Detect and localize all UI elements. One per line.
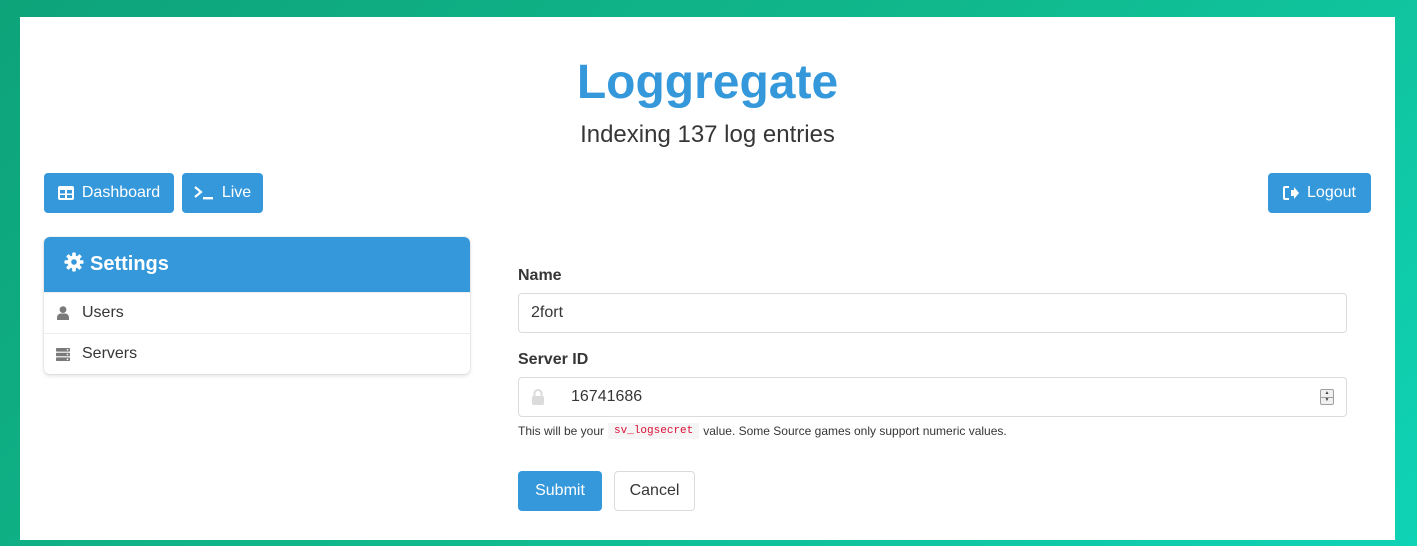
name-field[interactable]: 2fort (518, 293, 1347, 333)
dashboard-button[interactable]: Dashboard (44, 173, 174, 213)
server-id-help: This will be your sv_logsecret value. So… (518, 423, 1007, 439)
help-suffix: value. Some Source games only support nu… (703, 424, 1007, 438)
sidebar-item-users[interactable]: Users (44, 292, 470, 333)
sidebar-item-servers[interactable]: Servers (44, 333, 470, 374)
stepper-down-icon[interactable]: ▼ (1321, 396, 1333, 405)
name-value: 2fort (531, 304, 564, 321)
sidebar-item-label: Users (82, 304, 124, 321)
sign-out-icon (1283, 186, 1300, 200)
live-label: Live (221, 184, 252, 201)
submit-button[interactable]: Submit (518, 471, 602, 511)
name-label: Name (518, 267, 562, 284)
logout-button[interactable]: Logout (1268, 173, 1371, 213)
logout-label: Logout (1307, 184, 1356, 201)
help-prefix: This will be your (518, 424, 605, 438)
help-code: sv_logsecret (608, 423, 700, 439)
cancel-button[interactable]: Cancel (614, 471, 695, 511)
lock-icon (531, 389, 549, 405)
number-stepper[interactable]: ▲ ▼ (1320, 389, 1334, 405)
settings-panel: Settings Users Servers (44, 237, 470, 374)
server-id-value: 16741686 (571, 388, 643, 405)
settings-heading: Settings (44, 237, 470, 292)
page-subtitle: Indexing 137 log entries (580, 121, 835, 148)
server-id-field[interactable]: 16741686 ▲ ▼ (518, 377, 1347, 417)
table-icon (57, 186, 74, 200)
gear-icon (64, 252, 84, 278)
page-title: Loggregate (576, 56, 839, 109)
server-icon (56, 347, 70, 361)
main-container: Loggregate Indexing 137 log entries Dash… (20, 17, 1395, 540)
sidebar-item-label: Servers (82, 345, 138, 362)
dashboard-label: Dashboard (81, 184, 161, 201)
user-icon (56, 306, 70, 320)
terminal-icon (194, 186, 214, 200)
settings-heading-label: Settings (90, 253, 169, 275)
server-id-label: Server ID (518, 351, 589, 368)
live-button[interactable]: Live (182, 173, 263, 213)
